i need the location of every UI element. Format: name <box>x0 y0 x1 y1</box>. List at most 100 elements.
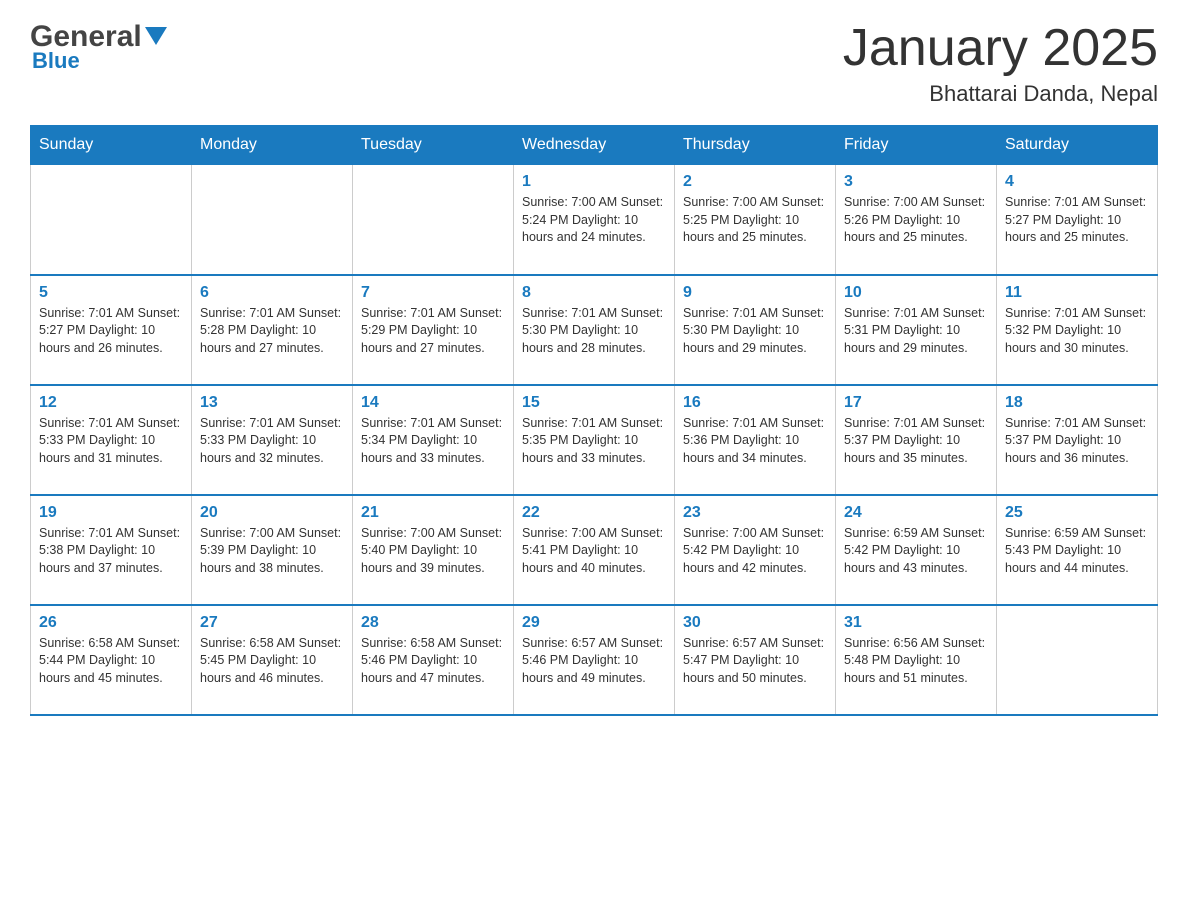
day-number: 26 <box>39 614 183 632</box>
day-info: Sunrise: 7:01 AM Sunset: 5:33 PM Dayligh… <box>39 415 183 468</box>
day-number: 17 <box>844 394 988 412</box>
day-info: Sunrise: 7:00 AM Sunset: 5:26 PM Dayligh… <box>844 194 988 247</box>
calendar-header: SundayMondayTuesdayWednesdayThursdayFrid… <box>31 126 1158 165</box>
page-title: January 2025 <box>843 20 1158 77</box>
week-row-2: 5 Sunrise: 7:01 AM Sunset: 5:27 PM Daylig… <box>31 275 1158 385</box>
day-info: Sunrise: 7:00 AM Sunset: 5:24 PM Dayligh… <box>522 194 666 247</box>
day-number: 18 <box>1005 394 1149 412</box>
calendar-cell: 14Sunrise: 7:01 AM Sunset: 5:34 PM Dayli… <box>353 385 514 495</box>
header-cell-wednesday: Wednesday <box>514 126 675 165</box>
calendar-cell: 28Sunrise: 6:58 AM Sunset: 5:46 PM Dayli… <box>353 605 514 715</box>
calendar-cell: 10 Sunrise: 7:01 AM Sunset: 5:31 PM Dayli… <box>836 275 997 385</box>
day-number: 10 <box>844 284 988 302</box>
logo: General Blue <box>30 20 167 74</box>
day-number: 9 <box>683 284 827 302</box>
header-row: SundayMondayTuesdayWednesdayThursdayFrid… <box>31 126 1158 165</box>
calendar-cell: 19Sunrise: 7:01 AM Sunset: 5:38 PM Dayli… <box>31 495 192 605</box>
logo-blue-text: Blue <box>32 48 80 74</box>
day-info: Sunrise: 7:01 AM Sunset: 5:33 PM Dayligh… <box>200 415 344 468</box>
calendar-cell: 1 Sunrise: 7:00 AM Sunset: 5:24 PM Daylig… <box>514 165 675 275</box>
page-subtitle: Bhattarai Danda, Nepal <box>843 81 1158 107</box>
calendar-cell: 16Sunrise: 7:01 AM Sunset: 5:36 PM Dayli… <box>675 385 836 495</box>
header-cell-sunday: Sunday <box>31 126 192 165</box>
calendar-cell: 8 Sunrise: 7:01 AM Sunset: 5:30 PM Daylig… <box>514 275 675 385</box>
calendar-cell: 31Sunrise: 6:56 AM Sunset: 5:48 PM Dayli… <box>836 605 997 715</box>
title-block: January 2025 Bhattarai Danda, Nepal <box>843 20 1158 107</box>
header-cell-tuesday: Tuesday <box>353 126 514 165</box>
calendar-cell <box>31 165 192 275</box>
day-number: 7 <box>361 284 505 302</box>
calendar-cell: 7Sunrise: 7:01 AM Sunset: 5:29 PM Daylig… <box>353 275 514 385</box>
day-info: Sunrise: 7:01 AM Sunset: 5:34 PM Dayligh… <box>361 415 505 468</box>
calendar-cell: 30Sunrise: 6:57 AM Sunset: 5:47 PM Dayli… <box>675 605 836 715</box>
calendar-cell <box>192 165 353 275</box>
calendar-cell: 27Sunrise: 6:58 AM Sunset: 5:45 PM Dayli… <box>192 605 353 715</box>
day-info: Sunrise: 7:01 AM Sunset: 5:27 PM Dayligh… <box>39 305 183 358</box>
day-number: 2 <box>683 173 827 191</box>
day-info: Sunrise: 6:59 AM Sunset: 5:42 PM Dayligh… <box>844 525 988 578</box>
calendar-cell: 6Sunrise: 7:01 AM Sunset: 5:28 PM Daylig… <box>192 275 353 385</box>
day-info: Sunrise: 7:00 AM Sunset: 5:25 PM Dayligh… <box>683 194 827 247</box>
header-cell-saturday: Saturday <box>997 126 1158 165</box>
day-number: 1 <box>522 173 666 191</box>
calendar-cell: 22 Sunrise: 7:00 AM Sunset: 5:41 PM Dayli… <box>514 495 675 605</box>
day-info: Sunrise: 7:00 AM Sunset: 5:40 PM Dayligh… <box>361 525 505 578</box>
calendar-cell: 29 Sunrise: 6:57 AM Sunset: 5:46 PM Dayli… <box>514 605 675 715</box>
day-number: 24 <box>844 504 988 522</box>
day-info: Sunrise: 7:01 AM Sunset: 5:28 PM Dayligh… <box>200 305 344 358</box>
calendar-cell: 11Sunrise: 7:01 AM Sunset: 5:32 PM Dayli… <box>997 275 1158 385</box>
day-info: Sunrise: 7:01 AM Sunset: 5:31 PM Dayligh… <box>844 305 988 358</box>
day-number: 31 <box>844 614 988 632</box>
calendar-cell: 13Sunrise: 7:01 AM Sunset: 5:33 PM Dayli… <box>192 385 353 495</box>
day-info: Sunrise: 6:57 AM Sunset: 5:46 PM Dayligh… <box>522 635 666 688</box>
calendar-cell <box>353 165 514 275</box>
day-number: 23 <box>683 504 827 522</box>
day-info: Sunrise: 7:01 AM Sunset: 5:35 PM Dayligh… <box>522 415 666 468</box>
calendar-body: 1 Sunrise: 7:00 AM Sunset: 5:24 PM Daylig… <box>31 165 1158 715</box>
day-number: 12 <box>39 394 183 412</box>
day-number: 21 <box>361 504 505 522</box>
day-number: 29 <box>522 614 666 632</box>
header-cell-thursday: Thursday <box>675 126 836 165</box>
day-info: Sunrise: 6:58 AM Sunset: 5:44 PM Dayligh… <box>39 635 183 688</box>
calendar-cell: 23 Sunrise: 7:00 AM Sunset: 5:42 PM Dayli… <box>675 495 836 605</box>
day-number: 22 <box>522 504 666 522</box>
week-row-3: 12 Sunrise: 7:01 AM Sunset: 5:33 PM Dayli… <box>31 385 1158 495</box>
day-number: 30 <box>683 614 827 632</box>
calendar-cell: 3Sunrise: 7:00 AM Sunset: 5:26 PM Daylig… <box>836 165 997 275</box>
calendar-cell: 21 Sunrise: 7:00 AM Sunset: 5:40 PM Dayli… <box>353 495 514 605</box>
calendar-cell: 18 Sunrise: 7:01 AM Sunset: 5:37 PM Dayli… <box>997 385 1158 495</box>
day-info: Sunrise: 7:01 AM Sunset: 5:32 PM Dayligh… <box>1005 305 1149 358</box>
calendar-cell: 26 Sunrise: 6:58 AM Sunset: 5:44 PM Dayli… <box>31 605 192 715</box>
day-info: Sunrise: 6:59 AM Sunset: 5:43 PM Dayligh… <box>1005 525 1149 578</box>
day-info: Sunrise: 7:01 AM Sunset: 5:37 PM Dayligh… <box>1005 415 1149 468</box>
day-number: 19 <box>39 504 183 522</box>
day-number: 5 <box>39 284 183 302</box>
day-number: 8 <box>522 284 666 302</box>
day-info: Sunrise: 6:58 AM Sunset: 5:46 PM Dayligh… <box>361 635 505 688</box>
calendar-table: SundayMondayTuesdayWednesdayThursdayFrid… <box>30 125 1158 716</box>
calendar-cell: 9Sunrise: 7:01 AM Sunset: 5:30 PM Daylig… <box>675 275 836 385</box>
day-info: Sunrise: 7:01 AM Sunset: 5:30 PM Dayligh… <box>522 305 666 358</box>
week-row-5: 26 Sunrise: 6:58 AM Sunset: 5:44 PM Dayli… <box>31 605 1158 715</box>
calendar-cell: 12 Sunrise: 7:01 AM Sunset: 5:33 PM Dayli… <box>31 385 192 495</box>
calendar-cell: 2 Sunrise: 7:00 AM Sunset: 5:25 PM Daylig… <box>675 165 836 275</box>
header-cell-friday: Friday <box>836 126 997 165</box>
calendar-cell: 15 Sunrise: 7:01 AM Sunset: 5:35 PM Dayli… <box>514 385 675 495</box>
calendar-cell <box>997 605 1158 715</box>
week-row-1: 1 Sunrise: 7:00 AM Sunset: 5:24 PM Daylig… <box>31 165 1158 275</box>
day-info: Sunrise: 7:01 AM Sunset: 5:36 PM Dayligh… <box>683 415 827 468</box>
calendar-cell: 4 Sunrise: 7:01 AM Sunset: 5:27 PM Daylig… <box>997 165 1158 275</box>
day-number: 25 <box>1005 504 1149 522</box>
day-info: Sunrise: 7:00 AM Sunset: 5:41 PM Dayligh… <box>522 525 666 578</box>
day-info: Sunrise: 7:01 AM Sunset: 5:27 PM Dayligh… <box>1005 194 1149 247</box>
calendar-cell: 24 Sunrise: 6:59 AM Sunset: 5:42 PM Dayli… <box>836 495 997 605</box>
day-info: Sunrise: 7:00 AM Sunset: 5:42 PM Dayligh… <box>683 525 827 578</box>
day-number: 15 <box>522 394 666 412</box>
day-number: 4 <box>1005 173 1149 191</box>
day-info: Sunrise: 7:01 AM Sunset: 5:37 PM Dayligh… <box>844 415 988 468</box>
calendar-cell: 25 Sunrise: 6:59 AM Sunset: 5:43 PM Dayli… <box>997 495 1158 605</box>
week-row-4: 19Sunrise: 7:01 AM Sunset: 5:38 PM Dayli… <box>31 495 1158 605</box>
day-info: Sunrise: 6:58 AM Sunset: 5:45 PM Dayligh… <box>200 635 344 688</box>
logo-arrow-icon <box>145 27 167 49</box>
